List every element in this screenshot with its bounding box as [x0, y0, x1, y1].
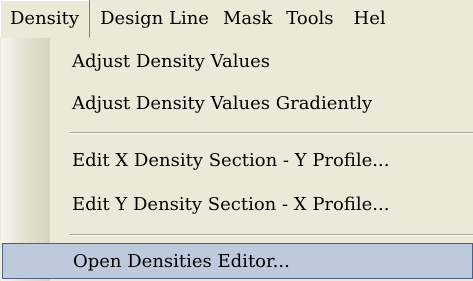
density-dropdown-menu: Adjust Density Values Adjust Density Val…	[0, 37, 473, 281]
menu-item-label: Open Densities Editor...	[73, 250, 290, 272]
screen: Density Design Line Mask Tools Hel Adjus…	[0, 0, 473, 281]
menu-item-adjust-density-values[interactable]: Adjust Density Values	[1, 43, 473, 79]
menu-item-adjust-density-values-gradiently[interactable]: Adjust Density Values Gradiently	[1, 85, 473, 121]
menu-tools[interactable]: Tools	[286, 0, 353, 38]
menu-item-edit-x-density-section[interactable]: Edit X Density Section - Y Profile...	[1, 142, 473, 178]
menu-mask[interactable]: Mask	[223, 0, 286, 38]
menu-item-open-densities-editor[interactable]: Open Densities Editor...	[2, 243, 473, 279]
menu-separator	[70, 234, 473, 236]
menu-help[interactable]: Hel	[354, 0, 400, 38]
menu-bar: Density Design Line Mask Tools Hel	[0, 0, 473, 38]
menu-separator	[70, 132, 473, 134]
menu-item-label: Edit Y Density Section - X Profile...	[72, 193, 390, 215]
menu-item-edit-y-density-section[interactable]: Edit Y Density Section - X Profile...	[1, 186, 473, 222]
menu-design-line[interactable]: Design Line	[90, 0, 223, 38]
menu-item-label: Edit X Density Section - Y Profile...	[72, 149, 390, 171]
menu-item-label: Adjust Density Values	[72, 50, 270, 72]
menu-density[interactable]: Density	[0, 0, 91, 38]
menu-item-label: Adjust Density Values Gradiently	[72, 92, 373, 114]
